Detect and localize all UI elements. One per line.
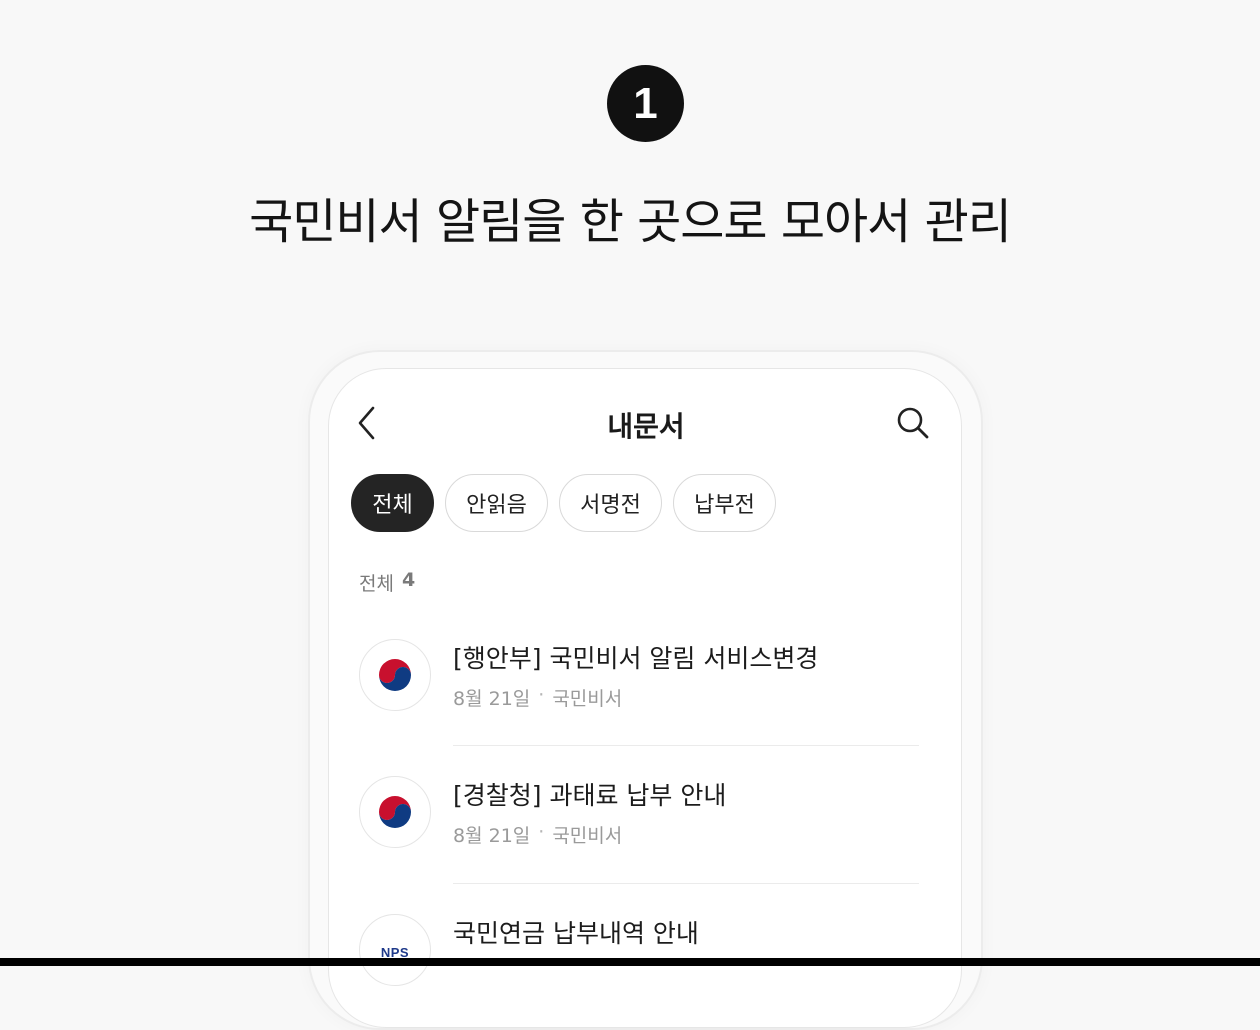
search-icon	[897, 407, 929, 439]
filter-chip-all[interactable]: 전체	[351, 474, 434, 532]
document-source: 국민비서	[552, 688, 623, 710]
screen-bottom-edge	[0, 958, 1260, 966]
app-header: 내문서	[329, 391, 961, 455]
step-number: 1	[633, 78, 658, 128]
document-title: [경찰청] 과태료 납부 안내	[453, 781, 727, 810]
document-title: [행안부] 국민비서 알림 서비스변경	[453, 644, 819, 673]
document-source: 국민비서	[552, 825, 623, 847]
count-label: 전체	[359, 573, 394, 595]
count-value: 4	[401, 569, 416, 591]
korea-government-emblem-icon	[379, 659, 411, 691]
document-date: 8월 21일	[453, 825, 531, 847]
page-title: 내문서	[607, 410, 685, 443]
sender-avatar	[359, 776, 431, 848]
filter-chip-unpaid[interactable]: 납부전	[673, 474, 776, 532]
list-divider	[453, 883, 919, 884]
korea-government-emblem-icon	[379, 796, 411, 828]
meta-separator: ·	[538, 684, 545, 706]
filter-chip-unread[interactable]: 안읽음	[445, 474, 548, 532]
list-divider	[453, 745, 919, 746]
document-meta: 8월 21일 · 국민비서	[453, 821, 622, 848]
document-list-item[interactable]: [행안부] 국민비서 알림 서비스변경 8월 21일 · 국민비서	[329, 619, 961, 755]
sender-avatar: NPS	[359, 914, 431, 986]
headline: 국민비서 알림을 한 곳으로 모아서 관리	[249, 194, 1012, 250]
meta-separator: ·	[538, 821, 545, 843]
document-count: 전체 4	[359, 569, 415, 596]
document-date: 8월 21일	[453, 688, 531, 710]
filter-chips: 전체 안읽음 서명전 납부전	[351, 474, 776, 532]
filter-chip-unsigned[interactable]: 서명전	[559, 474, 662, 532]
document-list-item[interactable]: [경찰청] 과태료 납부 안내 8월 21일 · 국민비서	[329, 756, 961, 892]
sender-avatar	[359, 639, 431, 711]
search-button[interactable]	[893, 403, 933, 443]
document-meta: 8월 21일 · 국민비서	[453, 684, 622, 711]
document-title: 국민연금 납부내역 안내	[453, 919, 699, 948]
step-number-badge: 1	[607, 65, 684, 142]
phone-screen: 내문서 전체 안읽음 서명전 납부전 전체 4 [행안부] 국민비서 알림 서비…	[328, 368, 962, 1028]
